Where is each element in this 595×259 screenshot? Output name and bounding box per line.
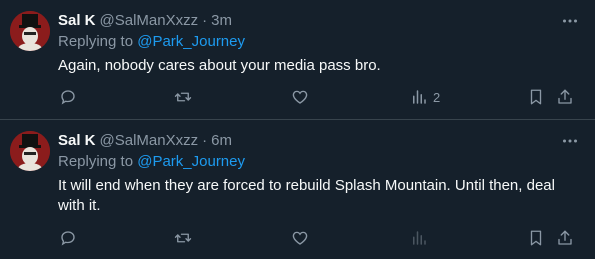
analytics-icon	[413, 90, 426, 104]
reply-icon	[61, 90, 75, 105]
more-options-button[interactable]	[561, 12, 579, 30]
tweet-text: Again, nobody cares about your media pas…	[58, 57, 381, 74]
display-name[interactable]: Sal K	[58, 132, 96, 149]
like-button[interactable]	[291, 228, 309, 248]
views-button[interactable]: 2	[410, 87, 440, 107]
mention-link[interactable]: @Park_Journey	[137, 33, 245, 50]
bookmark-button[interactable]	[527, 228, 545, 248]
mention-link[interactable]: @Park_Journey	[137, 153, 245, 170]
retweet-icon	[174, 92, 192, 102]
replying-to-line: Replying to @Park_Journey	[58, 33, 245, 50]
display-name[interactable]: Sal K	[58, 12, 96, 29]
share-icon	[558, 230, 572, 245]
reply-button[interactable]	[59, 87, 77, 107]
separator-dot: ·	[202, 131, 208, 149]
bookmark-icon	[530, 230, 542, 246]
replying-to-line: Replying to @Park_Journey	[58, 153, 245, 170]
separator-dot: ·	[202, 11, 208, 29]
tweet-actions	[0, 228, 595, 248]
user-handle[interactable]: @SalManXxzz	[100, 132, 199, 149]
avatar[interactable]	[10, 131, 50, 171]
more-horizontal-icon	[563, 19, 577, 23]
views-button[interactable]	[410, 228, 428, 248]
user-handle[interactable]: @SalManXxzz	[100, 12, 199, 29]
replying-to-label: Replying to	[58, 153, 134, 170]
tweet-header: Sal K @SalManXxzz · 6m	[58, 130, 232, 150]
timestamp[interactable]: 3m	[211, 12, 232, 29]
reply-icon	[61, 231, 75, 246]
tweet[interactable]: Sal K @SalManXxzz · 6m Replying to @Park…	[0, 120, 595, 259]
avatar[interactable]	[10, 11, 50, 51]
timestamp[interactable]: 6m	[211, 132, 232, 149]
views-count: 2	[433, 89, 441, 105]
bookmark-icon	[530, 89, 542, 105]
analytics-icon	[413, 231, 426, 245]
heart-icon	[292, 231, 308, 245]
tweet[interactable]: Sal K @SalManXxzz · 3m Replying to @Park…	[0, 0, 595, 120]
reply-button[interactable]	[59, 228, 77, 248]
like-button[interactable]	[291, 87, 309, 107]
bookmark-button[interactable]	[527, 87, 545, 107]
more-options-button[interactable]	[561, 132, 579, 150]
share-button[interactable]	[556, 87, 574, 107]
replying-to-label: Replying to	[58, 33, 134, 50]
tweet-text: It will end when they are forced to rebu…	[58, 177, 555, 214]
retweet-button[interactable]	[174, 87, 192, 107]
tweet-actions: 2	[0, 87, 595, 107]
share-icon	[558, 89, 572, 104]
retweet-button[interactable]	[174, 228, 192, 248]
more-horizontal-icon	[563, 139, 577, 143]
share-button[interactable]	[556, 228, 574, 248]
tweet-header: Sal K @SalManXxzz · 3m	[58, 10, 232, 30]
retweet-icon	[174, 233, 192, 243]
heart-icon	[292, 90, 308, 104]
